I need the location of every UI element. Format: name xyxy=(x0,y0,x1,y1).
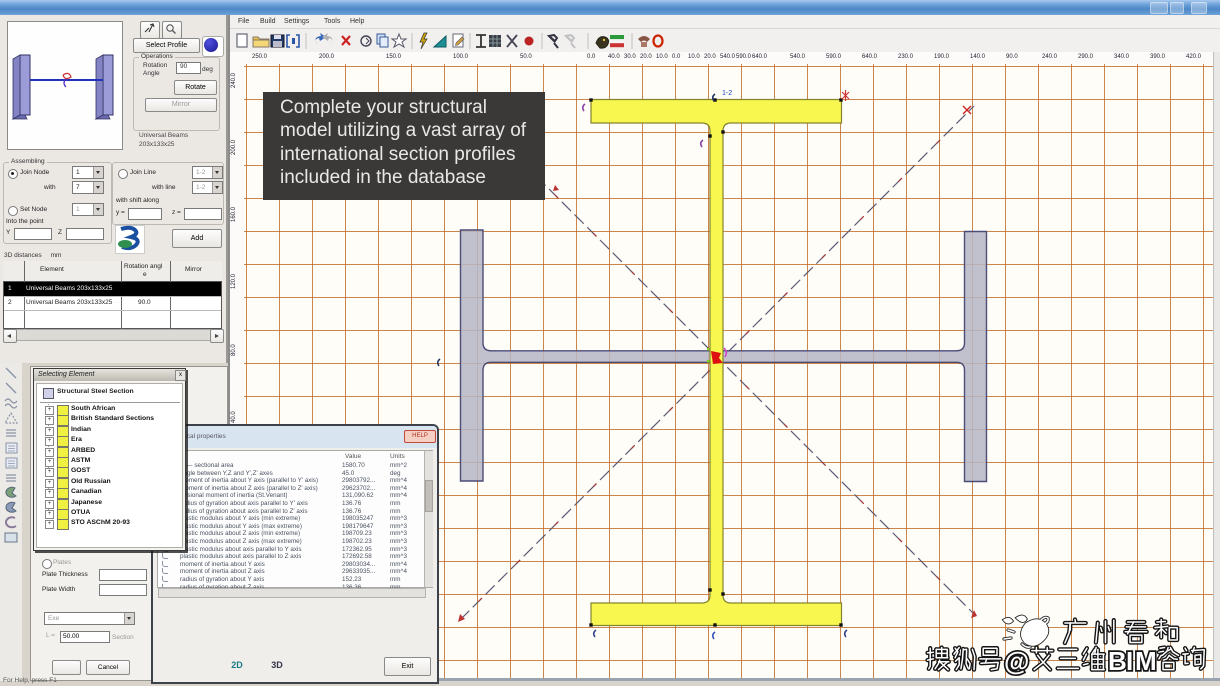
svg-text:1-2: 1-2 xyxy=(722,90,732,97)
svg-text:I: I xyxy=(1126,646,1133,676)
svg-text:M: M xyxy=(1135,646,1157,676)
svg-text:B: B xyxy=(1108,646,1127,676)
svg-text:@: @ xyxy=(1004,646,1029,676)
